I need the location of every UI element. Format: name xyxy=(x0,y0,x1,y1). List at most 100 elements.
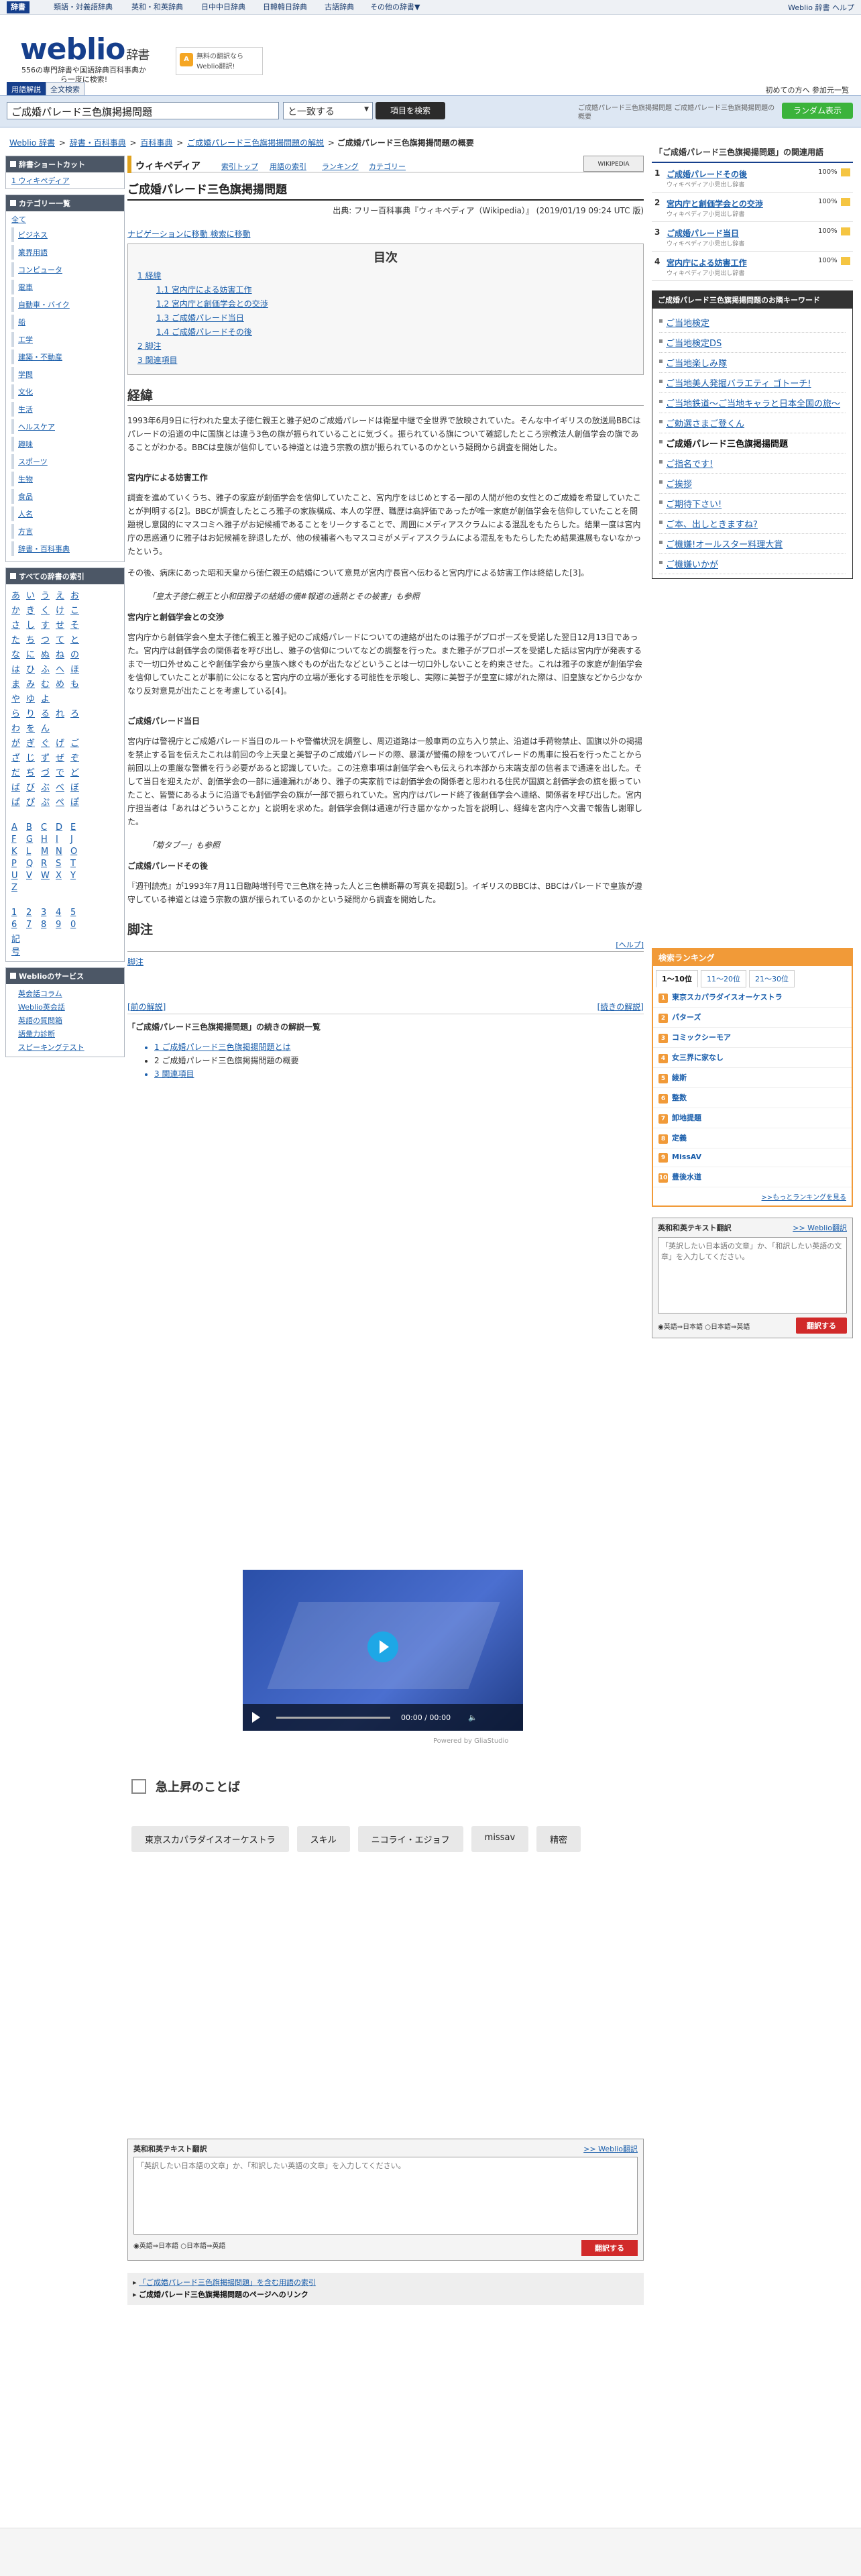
rising-word-chip[interactable]: missav xyxy=(471,1826,529,1852)
ranking-term[interactable]: 女三界に家なし xyxy=(672,1053,724,1062)
search-mode-select[interactable]: と一致する xyxy=(283,102,373,119)
kana-index-link[interactable]: え xyxy=(56,588,70,601)
translate-direction[interactable]: ◉英語⇒日本語 ○日本語⇒英語 xyxy=(133,2240,225,2256)
num-index-link[interactable]: 8 xyxy=(41,920,56,930)
kana-index-link[interactable]: り xyxy=(26,706,41,719)
ranking-row[interactable]: 3 コミックシーモア xyxy=(653,1028,852,1048)
toc-item[interactable]: 1.3 ご成婚パレード当日 xyxy=(156,311,634,325)
related-term[interactable]: ご成婚パレード当日 ウィキペディア小見出し辞書 xyxy=(667,227,818,248)
kana-index-link[interactable]: る xyxy=(41,706,56,719)
ranking-row[interactable]: 9 MissAV xyxy=(653,1148,852,1167)
index-link[interactable]: 「ご成婚パレード三色旗掲揚問題」を含む用語の索引 xyxy=(139,2278,316,2287)
alpha-index-link[interactable]: N xyxy=(56,847,70,857)
alpha-index-link[interactable]: Q xyxy=(26,859,41,869)
keyword-item[interactable]: ご指名です! xyxy=(659,453,846,474)
see-also-note[interactable]: 「皇太子徳仁親王と小和田雅子の結婚の儀#報道の過熱とその被害」も参照 xyxy=(148,590,644,602)
toc-item[interactable]: 1.2 宮内庁と創価学会との交渉 xyxy=(156,297,634,311)
category-item[interactable]: 辞書・百科事典 xyxy=(11,541,119,556)
kana-index-link[interactable]: ち xyxy=(26,633,41,645)
kana-index-link[interactable]: れ xyxy=(56,706,70,719)
keyword-item[interactable]: ご機嫌!オールスター料理大賞 xyxy=(659,534,846,554)
next-link[interactable]: [続きの解説] xyxy=(597,1001,644,1012)
category-item[interactable]: ビジネス xyxy=(11,227,119,242)
tab-ej-je[interactable]: 英和・和英辞典 xyxy=(127,1,187,13)
random-button[interactable]: ランダム表示 xyxy=(782,103,853,119)
kana-index-link[interactable]: ぞ xyxy=(70,751,85,763)
related-term-name[interactable]: 宮内庁と創価学会との交渉 xyxy=(667,199,763,209)
alpha-index-link[interactable]: R xyxy=(41,859,56,869)
related-term[interactable]: 宮内庁による妨害工作 ウィキペディア小見出し辞書 xyxy=(667,257,818,277)
kana-index-link[interactable]: ず xyxy=(41,751,56,763)
rising-word-chip[interactable]: スキル xyxy=(296,1826,350,1852)
search-input[interactable]: ご成婚パレード三色旗掲揚問題 xyxy=(7,102,279,119)
kana-index-link[interactable]: な xyxy=(11,647,26,660)
tab-kogo[interactable]: 古語辞典 xyxy=(321,1,358,13)
kana-index-link[interactable]: そ xyxy=(70,618,85,631)
kana-index-link[interactable]: め xyxy=(56,677,70,690)
kana-index-link[interactable]: あ xyxy=(11,588,26,601)
kana-index-link[interactable]: せ xyxy=(56,618,70,631)
mode-fulltext[interactable]: 全文検索 xyxy=(46,82,84,97)
alpha-index-link[interactable]: W xyxy=(41,871,56,881)
kana-index-link[interactable]: ひ xyxy=(26,662,41,675)
ranking-term[interactable]: 定義 xyxy=(672,1134,687,1142)
alpha-index-link[interactable]: P xyxy=(11,859,26,869)
kana-index-link[interactable]: て xyxy=(56,633,70,645)
num-index-link[interactable]: 5 xyxy=(70,908,85,918)
service-link[interactable]: 英会話コラム xyxy=(18,987,119,1000)
kana-index-link[interactable]: ぱ xyxy=(11,795,26,808)
help-link[interactable]: [ヘルプ] xyxy=(127,939,644,952)
related-term[interactable]: 宮内庁と創価学会との交渉 ウィキペディア小見出し辞書 xyxy=(667,198,818,218)
alpha-index-link[interactable]: Z xyxy=(11,883,26,893)
cont-item[interactable]: 1 ご成婚パレード三色旗掲揚問題とは xyxy=(154,1040,644,1054)
ranking-term[interactable]: パターズ xyxy=(672,1013,701,1022)
kana-index-link[interactable]: ゆ xyxy=(26,692,41,704)
alpha-index-link[interactable]: S xyxy=(56,859,70,869)
translate-textarea[interactable] xyxy=(133,2157,638,2235)
translate-button[interactable]: 翻訳する xyxy=(796,1318,847,1334)
ranking-row[interactable]: 5 綾斯 xyxy=(653,1068,852,1088)
num-index-link[interactable]: 0 xyxy=(70,920,85,930)
kana-index-link[interactable]: だ xyxy=(11,765,26,778)
kana-index-link[interactable]: ぶ xyxy=(41,780,56,793)
ranking-row[interactable]: 7 卸地提題 xyxy=(653,1108,852,1128)
ranking-term[interactable]: 整数 xyxy=(672,1093,687,1102)
rising-word-chip[interactable]: 東京スカパラダイスオーケストラ xyxy=(131,1826,289,1852)
ranking-row[interactable]: 10 豊後水道 xyxy=(653,1167,852,1187)
alpha-index-link[interactable]: V xyxy=(26,871,41,881)
play-icon[interactable] xyxy=(367,1631,398,1662)
service-link[interactable]: 英語の質問箱 xyxy=(18,1014,119,1027)
num-index-link[interactable]: 4 xyxy=(56,908,70,918)
category-item[interactable]: 電車 xyxy=(11,280,119,294)
weblio-logo[interactable]: weblio 辞書 xyxy=(20,32,150,66)
num-index-link[interactable]: 2 xyxy=(26,908,41,918)
category-item[interactable]: 学問 xyxy=(11,367,119,382)
kana-index-link[interactable]: で xyxy=(56,765,70,778)
keyword-item[interactable]: ご当地鉄道〜ご当地キャラと日本全国の旅〜 xyxy=(659,393,846,413)
tab-jk[interactable]: 日韓韓日辞典 xyxy=(259,1,311,13)
play-small-icon[interactable] xyxy=(252,1712,260,1723)
kana-index-link[interactable]: ぬ xyxy=(41,647,56,660)
kana-index-link[interactable]: ぺ xyxy=(56,795,70,808)
keyword-item[interactable]: ご当地検定 xyxy=(659,313,846,333)
rising-word-chip[interactable]: 精密 xyxy=(536,1826,581,1852)
alpha-index-link[interactable]: X xyxy=(56,871,70,881)
kana-index-link[interactable]: づ xyxy=(41,765,56,778)
category-item[interactable]: 生物 xyxy=(11,472,119,486)
header-links[interactable]: 初めての方へ 参加元一覧 xyxy=(766,85,850,95)
ranking-term[interactable]: MissAV xyxy=(672,1152,701,1161)
toc-item[interactable]: 3 関連項目 xyxy=(137,354,634,368)
alpha-index-link[interactable]: U xyxy=(11,871,26,881)
kana-index-link[interactable]: ふ xyxy=(41,662,56,675)
kana-index-link[interactable]: つ xyxy=(41,633,56,645)
rank-tab-3[interactable]: 21〜30位 xyxy=(748,970,795,987)
kana-index-link[interactable]: お xyxy=(70,588,85,601)
translate-ad[interactable]: A 無料の翻訳ならWeblio翻訳! xyxy=(176,47,263,75)
category-item[interactable]: 業界用語 xyxy=(11,245,119,260)
service-link[interactable]: Weblio英会話 xyxy=(18,1000,119,1014)
crumb-0[interactable]: Weblio 辞書 xyxy=(9,138,55,148)
ranking-term[interactable]: コミックシーモア xyxy=(672,1033,731,1042)
kana-index-link[interactable]: く xyxy=(41,603,56,616)
ranking-row[interactable]: 6 整数 xyxy=(653,1088,852,1108)
crumb-3[interactable]: ご成婚パレード三色旗掲揚問題の解説 xyxy=(187,138,324,148)
